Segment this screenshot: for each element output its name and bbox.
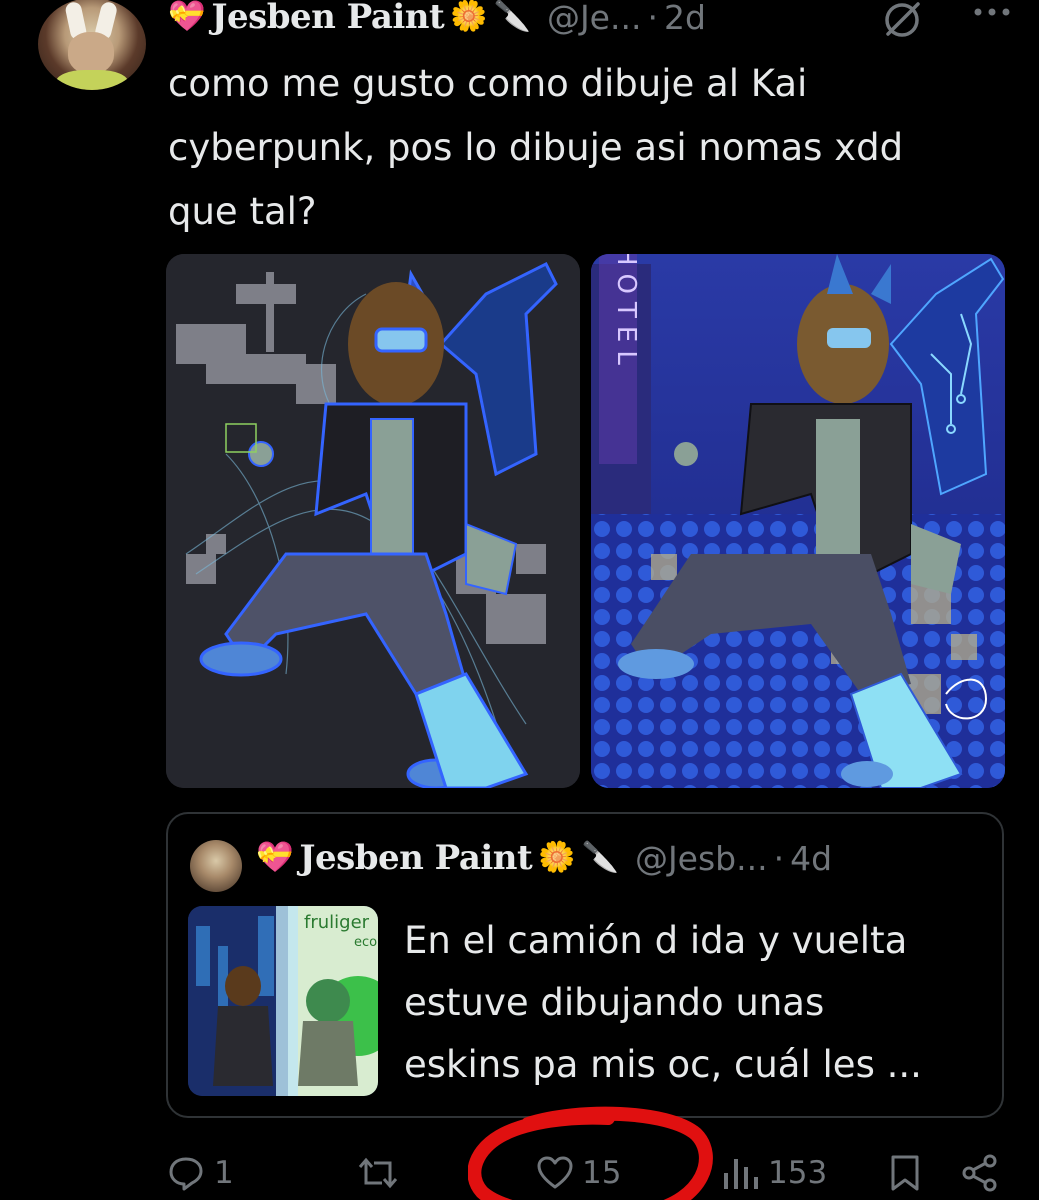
thumb-label-1: fruliger <box>304 912 370 933</box>
views-icon <box>724 1159 758 1189</box>
avatar-face <box>68 32 114 74</box>
time-separator: · <box>647 0 658 37</box>
tweet-text-line: como me gusto como dibuje al Kai <box>168 62 808 105</box>
quote-text-line: estuve dibujando unas <box>404 981 825 1024</box>
flower-emoji: 🌼 <box>538 840 576 875</box>
quote-header: 💝 Jesben Paint 🌼 🔪 @Jesb... · 4d <box>256 838 832 878</box>
views-count: 153 <box>768 1155 828 1191</box>
tweet-text: como me gusto como dibuje al Kai cyberpu… <box>168 52 1018 244</box>
share-button[interactable] <box>960 1148 1000 1198</box>
quote-author-name[interactable]: Jesben Paint <box>299 838 532 878</box>
quote-text: En el camión d ida y vuelta estuve dibuj… <box>404 910 984 1096</box>
thumb-label-2: eco <box>354 935 377 950</box>
author-name[interactable]: Jesben Paint <box>211 0 444 37</box>
hotel-sign: HOTEL <box>611 254 641 373</box>
author-avatar[interactable] <box>38 0 146 90</box>
finished-artwork-image[interactable]: HOTEL <box>591 254 1005 788</box>
quote-text-line: En el camión d ida y vuelta <box>404 919 908 962</box>
reply-count: 1 <box>214 1155 234 1191</box>
tweet-text-line: cyberpunk, pos lo dibuje asi nomas xdd <box>168 126 904 169</box>
heart-icon <box>537 1156 573 1189</box>
quote-author-avatar[interactable] <box>190 840 242 892</box>
avatar-collar <box>56 70 128 90</box>
bookmark-icon <box>891 1155 919 1191</box>
author-handle[interactable]: @Je... <box>547 0 642 37</box>
time-separator: · <box>773 838 785 878</box>
heart-emoji: 💝 <box>168 0 206 34</box>
quote-text-line: eskins pa mis oc, cuál les ... <box>404 1043 922 1086</box>
quoted-tweet[interactable]: 💝 Jesben Paint 🌼 🔪 @Jesb... · 4d frulige… <box>166 812 1004 1118</box>
like-button[interactable]: 15 <box>536 1148 621 1198</box>
views-button[interactable]: 153 <box>720 1148 827 1198</box>
tweet-text-line: que tal? <box>168 190 317 233</box>
repost-button[interactable] <box>356 1148 408 1198</box>
grok-icon[interactable] <box>880 0 924 42</box>
like-count: 15 <box>582 1155 622 1191</box>
quote-author-handle[interactable]: @Jesb... <box>635 839 768 878</box>
sketch-illustration <box>166 254 580 788</box>
share-icon <box>962 1154 997 1192</box>
more-icon[interactable] <box>972 6 1012 30</box>
knife-emoji: 🔪 <box>493 0 531 34</box>
quote-thumbnail-art: fruliger eco <box>188 906 378 1096</box>
heart-emoji: 💝 <box>256 840 294 875</box>
knife-emoji: 🔪 <box>581 840 619 875</box>
reply-icon <box>169 1157 203 1191</box>
bookmark-button[interactable] <box>888 1148 922 1198</box>
tweet-time[interactable]: 2d <box>664 0 706 37</box>
artwork-illustration: HOTEL <box>591 254 1005 788</box>
quote-thumbnail[interactable]: fruliger eco <box>188 906 378 1096</box>
sketch-image[interactable] <box>166 254 580 788</box>
action-bar: 1 15 153 <box>160 1148 1020 1198</box>
repost-icon <box>358 1157 398 1189</box>
tweet[interactable]: 💝 Jesben Paint 🌼 🔪 @Je... · 2d como me g… <box>0 0 1039 1200</box>
quote-time[interactable]: 4d <box>790 839 832 878</box>
reply-button[interactable]: 1 <box>166 1148 234 1198</box>
flower-emoji: 🌼 <box>450 0 488 34</box>
